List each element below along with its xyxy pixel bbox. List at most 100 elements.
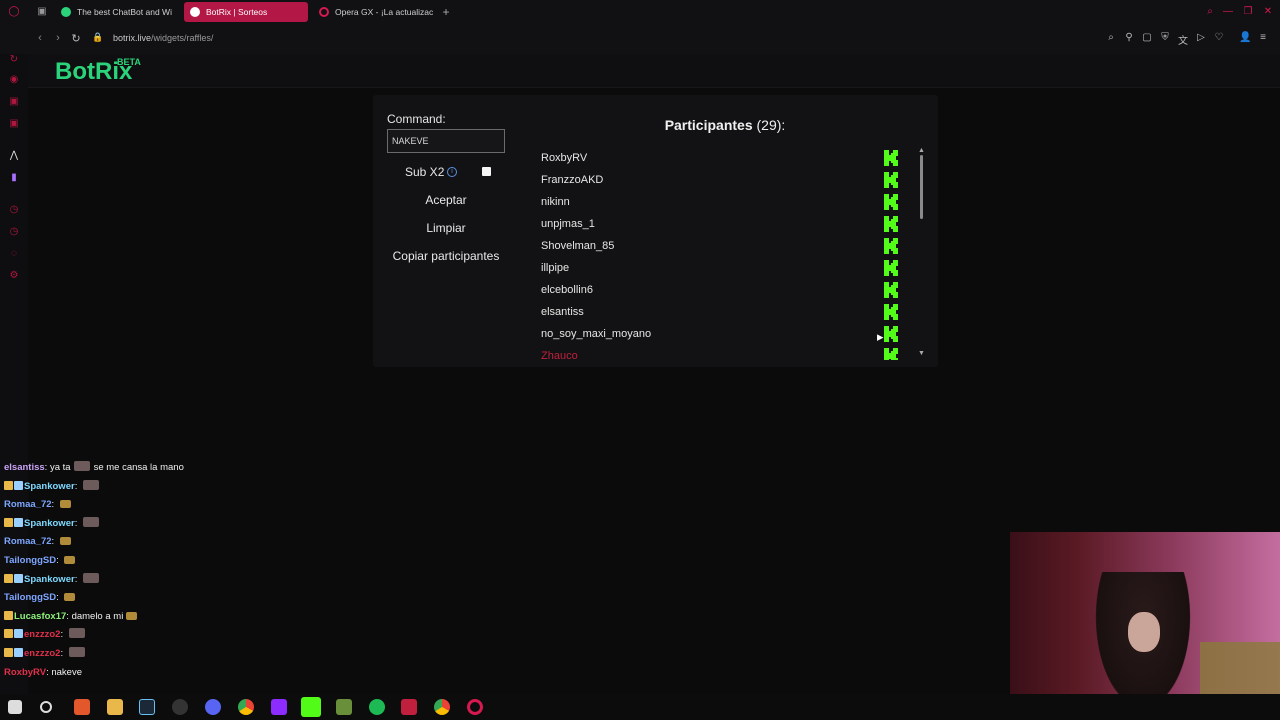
twitch-icon[interactable]: ▣ <box>8 96 20 108</box>
history-clock-icon[interactable]: ◷ <box>8 226 20 238</box>
clock-icon[interactable]: ◷ <box>8 204 20 216</box>
chat-badge-icon <box>4 573 13 583</box>
chat-message: enzzzo2: <box>4 646 85 662</box>
kick-platform-icon <box>884 150 898 166</box>
info-icon[interactable]: i <box>447 167 457 177</box>
chrome-icon[interactable] <box>238 699 254 715</box>
tab-botrix-sorteos[interactable]: BotRix | Sorteos <box>184 2 308 22</box>
tab-manager-icon[interactable]: ▣ <box>36 6 48 18</box>
chat-message: Spankower: <box>4 516 99 532</box>
chat-separator: : <box>56 592 62 604</box>
chat-message: Romaa_72: <box>4 497 71 513</box>
messenger-icon[interactable]: ▣ <box>8 118 20 130</box>
play-icon[interactable]: ▷ <box>1195 32 1207 43</box>
twitch-purple-icon[interactable]: ▮ <box>8 172 20 184</box>
participant-row[interactable]: Shovelman_85 <box>525 235 912 257</box>
chat-username: TailonggSD <box>4 555 57 566</box>
copy-participants-button[interactable]: Copiar participantes <box>387 245 505 267</box>
steam-icon[interactable] <box>139 699 155 715</box>
chat-emote-icon <box>59 537 71 546</box>
windows-start-icon[interactable] <box>8 700 22 714</box>
new-tab-icon[interactable]: + <box>440 6 452 18</box>
kick-platform-icon <box>884 194 898 210</box>
participant-name: Shovelman_85 <box>541 240 615 252</box>
participants-list[interactable]: RoxbyRV FranzzoAKD nikinn unpjmas_1 Shovelma… <box>525 147 912 360</box>
chat-message: Romaa_72: <box>4 534 71 550</box>
minecraft-icon[interactable] <box>336 699 352 715</box>
chat-username: Spankower <box>24 573 75 585</box>
participant-row[interactable]: nikinn <box>525 191 912 213</box>
chat-emote-icon <box>126 611 138 620</box>
translate-icon[interactable]: 文 <box>1177 32 1189 47</box>
taskbar-search-icon[interactable] <box>40 701 52 713</box>
tab-label: The best ChatBot and Wi <box>77 7 172 17</box>
pin-icon[interactable]: ⚲ <box>1123 32 1135 43</box>
chat-text: damelo a mi <box>71 610 124 622</box>
participant-row[interactable]: RoxbyRV <box>525 147 912 169</box>
participant-row[interactable]: unpjmas_1 <box>525 213 912 235</box>
chat-separator: : <box>74 517 80 529</box>
accept-button[interactable]: Aceptar <box>387 189 505 211</box>
search-icon[interactable]: ⌕ <box>1204 6 1216 18</box>
tab-opera-gx[interactable]: Opera GX - ¡La actualizac <box>313 2 437 22</box>
scroll-up-icon[interactable]: ▲ <box>918 147 925 154</box>
reload-icon[interactable]: ↻ <box>70 32 82 45</box>
brave-icon[interactable] <box>74 699 90 715</box>
participants-scrollbar[interactable]: ▲ ▼ <box>916 147 926 360</box>
chat-username: Romaa_72 <box>4 536 52 548</box>
shield-icon[interactable]: ⛨ <box>1159 32 1171 43</box>
minimize-icon[interactable]: — <box>1222 6 1234 18</box>
participant-row[interactable]: Zhauco <box>525 345 912 360</box>
scroll-thumb[interactable] <box>920 155 923 219</box>
menu-icon[interactable]: ≡ <box>1257 32 1269 43</box>
participant-row[interactable]: elcebollin6 <box>525 279 912 301</box>
chat-separator: : <box>56 555 62 566</box>
discord-icon[interactable] <box>205 699 221 715</box>
zoom-icon[interactable]: ⌕ <box>1105 32 1117 43</box>
participants-count: (29): <box>756 117 786 133</box>
kick-icon[interactable] <box>301 697 321 717</box>
command-input[interactable] <box>387 129 505 153</box>
maximize-icon[interactable]: ❐ <box>1242 6 1254 18</box>
participant-row[interactable]: FranzzoAKD <box>525 169 912 191</box>
tab-botrix-home[interactable]: The best ChatBot and Wi <box>55 2 177 22</box>
opera-gx-taskbar-icon[interactable] <box>467 699 483 715</box>
kick-platform-icon <box>884 348 898 360</box>
back-icon[interactable]: ‹ <box>34 32 46 44</box>
site-header: BotRix BETA <box>28 54 1280 88</box>
chat-emote-icon <box>64 593 76 602</box>
spotify-icon[interactable] <box>369 699 385 715</box>
clear-button[interactable]: Limpiar <box>387 217 505 239</box>
browser-tab-bar: ◯ ▣ The best ChatBot and Wi BotRix | Sor… <box>0 0 1280 24</box>
gx-control-icon[interactable]: ◉ <box>8 74 20 86</box>
participant-row[interactable]: illpipe <box>525 257 912 279</box>
profile-icon[interactable]: 👤 <box>1239 32 1251 43</box>
snapshot-icon[interactable]: ▢ <box>1141 32 1153 43</box>
kick-platform-icon <box>884 304 898 320</box>
file-explorer-icon[interactable] <box>107 699 123 715</box>
close-icon[interactable]: ✕ <box>1262 6 1274 18</box>
heart-icon[interactable]: ♡ <box>1213 32 1225 43</box>
scroll-down-icon[interactable]: ▼ <box>918 350 925 357</box>
chat-badge-icon <box>4 480 13 490</box>
url-host: botrix.live <box>113 33 152 43</box>
chat-username: Romaa_72 <box>4 499 52 511</box>
participant-row[interactable]: no_soy_maxi_moyano <box>525 323 912 345</box>
chat-emote-icon <box>68 628 85 639</box>
canva-icon[interactable] <box>271 699 287 715</box>
chat-emote-icon <box>82 479 99 490</box>
forward-icon[interactable]: › <box>52 32 64 44</box>
settings-gear-icon[interactable]: ⚙ <box>8 270 20 282</box>
history-icon[interactable]: ↻ <box>8 54 20 66</box>
subx2-checkbox[interactable] <box>482 167 491 176</box>
video-editor-icon[interactable] <box>401 699 417 715</box>
obs-icon[interactable] <box>172 699 188 715</box>
participant-row[interactable]: elsantiss <box>525 301 912 323</box>
chat-username: enzzzo2 <box>24 629 61 641</box>
chat-bubble-icon[interactable]: ◌ <box>8 248 20 260</box>
url-field[interactable]: botrix.live/widgets/raffles/ <box>113 33 213 43</box>
arrow-up-icon[interactable]: ⋀ <box>8 150 20 162</box>
opera-gx-logo-icon[interactable]: ◯ <box>8 6 20 18</box>
botrix-favicon-icon <box>190 7 200 17</box>
chrome-alt-icon[interactable] <box>434 699 450 715</box>
